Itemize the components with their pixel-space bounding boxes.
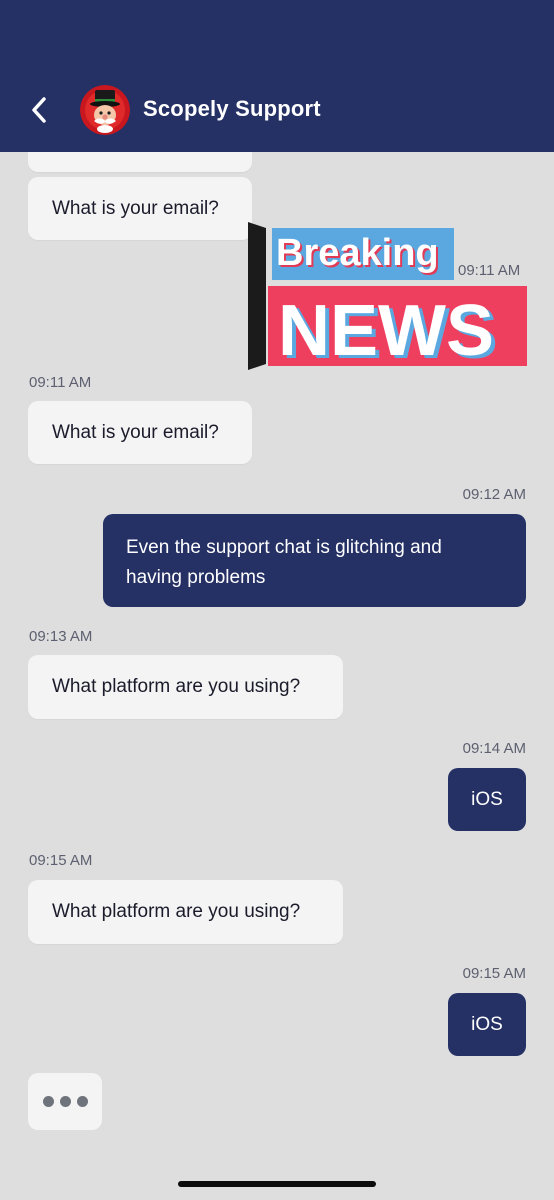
outgoing-message: iOS: [448, 993, 526, 1056]
monopoly-man-avatar-icon: [80, 85, 130, 135]
message-text: iOS: [471, 1013, 503, 1035]
breaking-news-sticker: Breaking Breaking NEWS NEWS: [248, 222, 530, 374]
message-timestamp: 09:15 AM: [29, 852, 93, 869]
chat-title: Scopely Support: [143, 96, 321, 121]
sticker-line1-front: Breaking: [276, 232, 439, 274]
message-timestamp: 09:14 AM: [462, 740, 526, 757]
message-timestamp: 09:12 AM: [462, 486, 526, 503]
home-indicator[interactable]: [178, 1181, 376, 1187]
message-text: What is your email?: [52, 421, 219, 443]
incoming-message: What is your email?: [28, 177, 252, 240]
sticker-timestamp: 09:11 AM: [458, 262, 521, 279]
message-text: iOS: [471, 788, 503, 810]
typing-dot: [42, 1096, 54, 1107]
message-text: What platform are you using?: [52, 676, 301, 697]
chat-screen: Scopely Support What is your email? Brea…: [0, 0, 554, 1200]
typing-dot: [59, 1096, 71, 1107]
sticker-line2: NEWS: [278, 291, 494, 370]
outgoing-message: Even the support chat is glitching and h…: [103, 514, 526, 607]
message-timestamp: 09:11 AM: [29, 374, 92, 391]
message-text: Even the support chat is glitching and h…: [126, 537, 442, 588]
incoming-message: What platform are you using?: [28, 655, 343, 719]
outgoing-message: iOS: [448, 768, 526, 831]
incoming-message: What is your email?: [28, 401, 252, 464]
chevron-left-icon: [32, 97, 46, 123]
message-timestamp: 09:13 AM: [29, 628, 93, 645]
chat-header: Scopely Support: [0, 0, 554, 152]
incoming-message: What platform are you using?: [28, 880, 343, 944]
avatar[interactable]: [80, 85, 130, 135]
typing-dot: [76, 1096, 88, 1107]
typing-indicator-icon: [28, 1073, 102, 1130]
message-text: What platform are you using?: [52, 901, 301, 922]
message-text: What is your email?: [52, 197, 219, 219]
back-button[interactable]: [22, 92, 58, 128]
message-timestamp: 09:15 AM: [462, 965, 526, 982]
